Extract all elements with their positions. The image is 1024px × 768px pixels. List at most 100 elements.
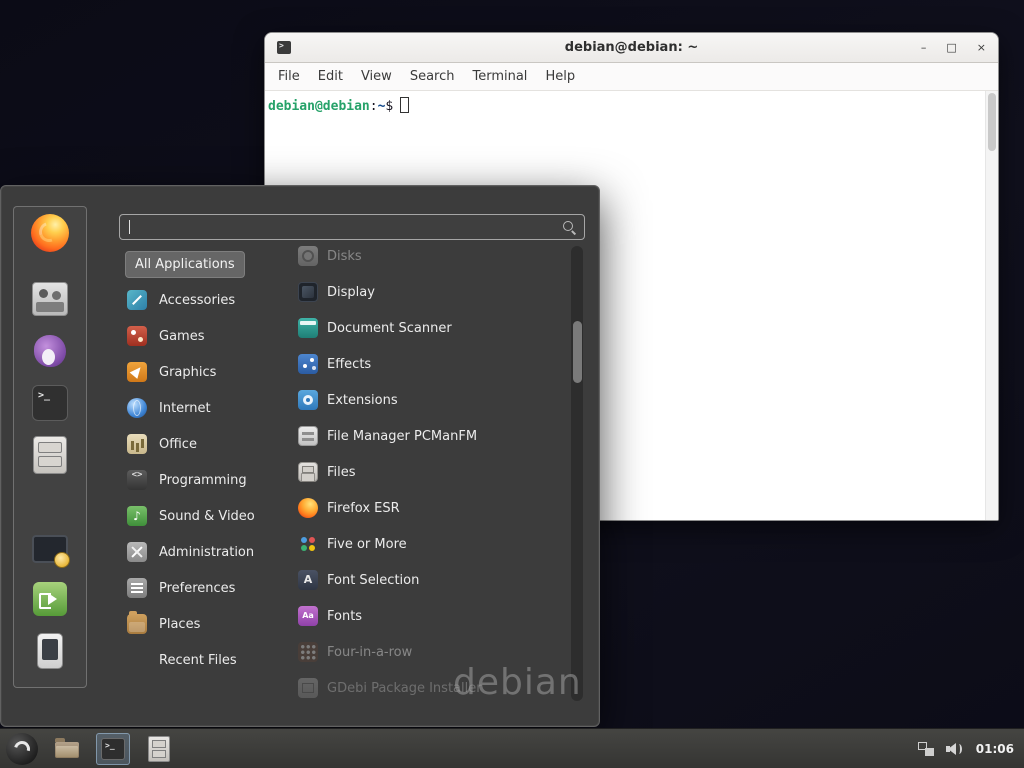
firefox-icon xyxy=(298,498,318,518)
category-label: Administration xyxy=(159,545,254,560)
search-icon xyxy=(562,220,577,235)
category-sound-video[interactable]: Sound & Video xyxy=(119,498,281,534)
terminal-titlebar[interactable]: debian@debian: ~ – □ × xyxy=(265,33,998,63)
folder-icon xyxy=(127,614,147,634)
app-item-four-in-a-row[interactable]: Four-in-a-row xyxy=(286,634,568,670)
fonts-icon xyxy=(298,606,318,626)
category-office[interactable]: Office xyxy=(119,426,281,462)
maximize-button[interactable]: □ xyxy=(946,33,956,63)
prompt-symbol: $ xyxy=(385,99,393,114)
category-preferences[interactable]: Preferences xyxy=(119,570,281,606)
app-label: Display xyxy=(327,285,375,300)
folder-icon xyxy=(55,742,79,758)
category-label: Games xyxy=(159,329,204,344)
category-games[interactable]: Games xyxy=(119,318,281,354)
dot-grid-icon xyxy=(298,642,318,662)
app-item-font-selection[interactable]: Font Selection xyxy=(286,562,568,598)
favorite-photos[interactable] xyxy=(30,279,70,319)
package-icon xyxy=(298,678,318,698)
crossed-tools-icon xyxy=(127,542,147,562)
app-item-firefox-esr[interactable]: Firefox ESR xyxy=(286,490,568,526)
network-icon[interactable] xyxy=(918,742,934,756)
category-label: Places xyxy=(159,617,200,632)
photos-icon xyxy=(32,282,68,316)
category-programming[interactable]: Programming xyxy=(119,462,281,498)
menu-help[interactable]: Help xyxy=(536,66,584,87)
app-item-files[interactable]: Files xyxy=(286,454,568,490)
font-selection-icon xyxy=(298,570,318,590)
display-icon xyxy=(298,282,318,302)
scanner-icon xyxy=(298,318,318,338)
favorite-firefox[interactable] xyxy=(30,213,70,253)
favorite-terminal[interactable] xyxy=(30,383,70,423)
file-cabinet-icon xyxy=(33,436,67,474)
menu-file[interactable]: File xyxy=(269,66,309,87)
volume-icon[interactable] xyxy=(946,742,964,756)
app-item-document-scanner[interactable]: Document Scanner xyxy=(286,310,568,346)
favorites-panel xyxy=(13,206,87,688)
app-item-disks[interactable]: Disks xyxy=(286,238,568,274)
category-administration[interactable]: Administration xyxy=(119,534,281,570)
menu-search[interactable]: Search xyxy=(401,66,464,87)
menu-view[interactable]: View xyxy=(352,66,401,87)
app-item-extensions[interactable]: Extensions xyxy=(286,382,568,418)
menu-edit[interactable]: Edit xyxy=(309,66,352,87)
sparkles-icon xyxy=(298,354,318,374)
lock-screen-icon xyxy=(32,535,68,563)
category-internet[interactable]: Internet xyxy=(119,390,281,426)
category-accessories[interactable]: Accessories xyxy=(119,282,281,318)
prompt-separator: : xyxy=(370,99,378,114)
app-item-file-manager-pcmanfm[interactable]: File Manager PCManFM xyxy=(286,418,568,454)
quit-button[interactable] xyxy=(30,631,70,671)
category-label: Recent Files xyxy=(159,653,237,668)
quit-icon xyxy=(37,633,63,669)
category-recent-files[interactable]: Recent Files xyxy=(119,642,281,678)
file-manager-launcher[interactable] xyxy=(50,733,84,765)
app-item-effects[interactable]: Effects xyxy=(286,346,568,382)
favorite-pidgin[interactable] xyxy=(30,331,70,371)
category-places[interactable]: Places xyxy=(119,606,281,642)
terminal-scrollbar-thumb[interactable] xyxy=(988,93,996,151)
file-manager-icon xyxy=(298,426,318,446)
app-item-display[interactable]: Display xyxy=(286,274,568,310)
menu-scrollbar-thumb[interactable] xyxy=(573,321,582,383)
app-label: Five or More xyxy=(327,537,407,552)
app-item-five-or-more[interactable]: Five or More xyxy=(286,526,568,562)
menu-scrollbar[interactable] xyxy=(571,246,583,701)
category-all-applications[interactable]: All Applications xyxy=(119,246,281,282)
terminal-window-icon xyxy=(277,41,291,54)
app-label: Document Scanner xyxy=(327,321,452,336)
app-item-gdebi-package-installer[interactable]: GDebi Package Installer xyxy=(286,670,568,706)
extensions-icon xyxy=(298,390,318,410)
logout-button[interactable] xyxy=(30,579,70,619)
category-label: Graphics xyxy=(159,365,216,380)
firefox-icon xyxy=(31,214,69,252)
menu-terminal[interactable]: Terminal xyxy=(463,66,536,87)
file-cabinet-icon xyxy=(298,462,318,482)
terminal-menubar: File Edit View Search Terminal Help xyxy=(265,63,998,91)
lock-screen-button[interactable] xyxy=(30,527,70,567)
globe-icon xyxy=(127,398,147,418)
logout-icon xyxy=(33,582,67,616)
games-icon xyxy=(127,326,147,346)
minimize-button[interactable]: – xyxy=(921,33,927,63)
volume-wave xyxy=(956,744,962,754)
files-launcher[interactable] xyxy=(142,733,176,765)
category-list: All Applications Accessories Games Graph… xyxy=(119,246,281,678)
category-label: Preferences xyxy=(159,581,235,596)
menu-button[interactable] xyxy=(6,733,38,765)
app-item-fonts[interactable]: Fonts xyxy=(286,598,568,634)
menu-search-input[interactable] xyxy=(119,214,585,240)
clock[interactable]: 01:06 xyxy=(976,742,1014,756)
disks-icon xyxy=(298,246,318,266)
graphics-icon xyxy=(127,362,147,382)
favorite-files[interactable] xyxy=(30,435,70,475)
category-label: Internet xyxy=(159,401,211,416)
accessories-icon xyxy=(127,290,147,310)
terminal-launcher[interactable] xyxy=(96,733,130,765)
system-tray: 01:06 xyxy=(918,742,1014,756)
close-button[interactable]: × xyxy=(977,33,986,63)
programming-icon xyxy=(127,470,147,490)
terminal-scrollbar[interactable] xyxy=(985,91,998,520)
category-graphics[interactable]: Graphics xyxy=(119,354,281,390)
